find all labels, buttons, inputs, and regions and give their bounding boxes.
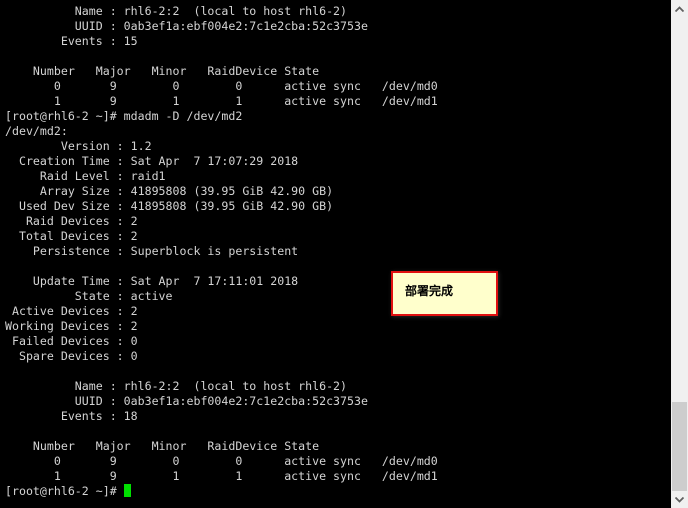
terminal-line: Name : rhl6-2:2 (local to host rhl6-2)	[5, 379, 348, 393]
terminal-line: Number Major Minor RaidDevice State	[5, 64, 320, 78]
terminal-line: 1 9 1 1 active sync /dev/md1	[5, 469, 438, 483]
terminal-line: Active Devices : 2	[5, 304, 138, 318]
terminal-window[interactable]: Name : rhl6-2:2 (local to host rhl6-2) U…	[0, 0, 671, 508]
scrollbar-thumb[interactable]	[672, 402, 687, 491]
terminal-line: Raid Devices : 2	[5, 214, 138, 228]
terminal-line: UUID : 0ab3ef1a:ebf004e2:7c1e2cba:52c375…	[5, 394, 368, 408]
terminal-line: 0 9 0 0 active sync /dev/md0	[5, 454, 438, 468]
terminal-line: State : active	[5, 289, 173, 303]
terminal-prompt-line[interactable]: [root@rhl6-2 ~]#	[5, 484, 438, 499]
terminal-line: Number Major Minor RaidDevice State	[5, 439, 320, 453]
terminal-line: Creation Time : Sat Apr 7 17:07:29 2018	[5, 154, 299, 168]
scroll-down-icon[interactable]	[671, 491, 688, 508]
vertical-scrollbar[interactable]	[671, 0, 688, 508]
scroll-up-icon[interactable]	[671, 0, 688, 17]
terminal-line: Used Dev Size : 41895808 (39.95 GiB 42.9…	[5, 199, 334, 213]
text-cursor	[123, 484, 131, 497]
terminal-line: Version : 1.2	[5, 139, 152, 153]
terminal-line: /dev/md2:	[5, 124, 68, 138]
terminal-line: Update Time : Sat Apr 7 17:11:01 2018	[5, 274, 299, 288]
terminal-output: Name : rhl6-2:2 (local to host rhl6-2) U…	[5, 4, 438, 499]
terminal-line: UUID : 0ab3ef1a:ebf004e2:7c1e2cba:52c375…	[5, 19, 368, 33]
terminal-line: Working Devices : 2	[5, 319, 138, 333]
terminal-line: Array Size : 41895808 (39.95 GiB 42.90 G…	[5, 184, 334, 198]
terminal-line: Spare Devices : 0	[5, 349, 138, 363]
terminal-line: Total Devices : 2	[5, 229, 138, 243]
terminal-line: 0 9 0 0 active sync /dev/md0	[5, 79, 438, 93]
terminal-line: Name : rhl6-2:2 (local to host rhl6-2)	[5, 4, 348, 18]
annotation-text: 部署完成	[405, 284, 454, 298]
terminal-line: [root@rhl6-2 ~]# mdadm -D /dev/md2	[5, 109, 243, 123]
shell-prompt: [root@rhl6-2 ~]#	[5, 484, 124, 498]
terminal-line: Persistence : Superblock is persistent	[5, 244, 299, 258]
terminal-line: Events : 15	[5, 34, 138, 48]
terminal-line: Events : 18	[5, 409, 138, 423]
terminal-line: Raid Level : raid1	[5, 169, 166, 183]
terminal-line: 1 9 1 1 active sync /dev/md1	[5, 94, 438, 108]
terminal-line: Failed Devices : 0	[5, 334, 138, 348]
annotation-callout: 部署完成	[391, 271, 498, 316]
